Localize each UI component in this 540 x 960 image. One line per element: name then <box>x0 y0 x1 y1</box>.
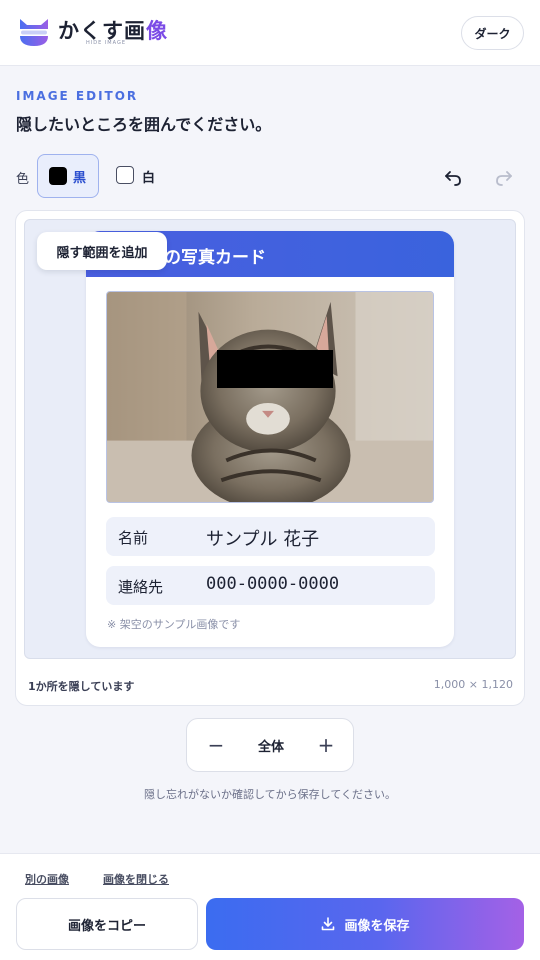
zoom-fit-button[interactable]: 全体 <box>251 736 291 755</box>
black-swatch <box>49 167 67 185</box>
undo-icon[interactable] <box>443 168 463 188</box>
kitten-photo <box>106 291 434 503</box>
brand-subtitle: HIDE IMAGE <box>86 40 126 46</box>
name-row: 名前 サンプル 花子 <box>106 517 435 556</box>
add-hide-area-button[interactable]: 隠す範囲を追加 <box>37 232 167 270</box>
section-eyebrow: IMAGE EDITOR <box>16 89 139 103</box>
zoom-out-button[interactable]: − <box>205 731 227 759</box>
contact-row: 連絡先 000-0000-0000 <box>106 566 435 605</box>
other-image-link[interactable]: 別の画像 <box>25 871 69 887</box>
save-image-button[interactable]: 画像を保存 <box>206 898 524 950</box>
hidden-count-status: 1か所を隠しています <box>28 680 135 693</box>
brand-accent: 像 <box>146 19 168 43</box>
masked-cat-logo-icon <box>16 19 52 46</box>
sample-disclaimer: ※ 架空のサンプル画像です <box>107 618 241 631</box>
contact-value: 000-0000-0000 <box>206 574 340 594</box>
zoom-control: − 全体 + <box>186 718 354 772</box>
close-image-link[interactable]: 画像を閉じる <box>103 871 169 887</box>
contact-key: 連絡先 <box>118 578 164 596</box>
name-key: 名前 <box>118 529 149 547</box>
dark-mode-button[interactable]: ダーク <box>461 16 524 50</box>
app-header: かくす画像 HIDE IMAGE ダーク <box>0 0 540 66</box>
photo-card-title: の写真カード <box>164 248 266 268</box>
download-icon <box>322 917 335 931</box>
save-image-label: 画像を保存 <box>344 918 410 934</box>
save-hint: 隠し忘れがないか確認してから保存してください。 <box>143 788 396 801</box>
zoom-in-button[interactable]: + <box>315 731 337 759</box>
color-black-option[interactable]: 黒 <box>37 154 99 198</box>
black-label: 黒 <box>73 171 87 186</box>
image-size: 1,000 × 1,120 <box>433 678 513 691</box>
white-label[interactable]: 白 <box>142 167 155 186</box>
color-white-option[interactable] <box>116 166 134 184</box>
page-heading: 隠したいところを囲んでください。 <box>16 115 272 134</box>
color-label: 色 <box>16 172 30 187</box>
name-value: サンプル 花子 <box>206 529 320 550</box>
copy-image-button[interactable]: 画像をコピー <box>16 898 198 950</box>
hide-mask-rect[interactable] <box>217 350 333 388</box>
redo-icon[interactable] <box>494 168 514 188</box>
